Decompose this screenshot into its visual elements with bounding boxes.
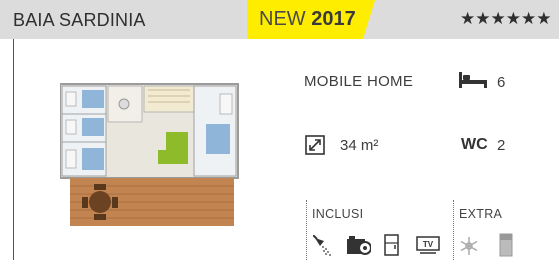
camera-icon (347, 236, 371, 255)
area-icon (305, 135, 325, 155)
shower-icon (313, 235, 331, 256)
area-value: 34 m² (340, 137, 379, 154)
bed-icon (459, 72, 487, 88)
floor-plan-image (60, 83, 239, 226)
star-rating: ★★★★★★ (460, 9, 552, 29)
included-label: INCLUSI (312, 207, 364, 221)
fridge-icon (384, 234, 399, 256)
unit-type-label: MOBILE HOME (304, 73, 414, 90)
new-year: 2017 (311, 8, 356, 30)
wc-label: WC (461, 136, 488, 153)
location-title: BAIA SARDINIA (13, 10, 146, 30)
extra-label: EXTRA (459, 207, 503, 221)
extra-divider (453, 200, 454, 260)
new-badge: NEW 2017 (247, 0, 375, 39)
tv-icon: TV (416, 236, 440, 254)
bed-linen-icon (499, 233, 513, 257)
new-label: NEW (259, 8, 306, 30)
header-bar: BAIA SARDINIA NEW 2017 ★★★★★★ (0, 0, 559, 39)
beds-count: 6 (497, 74, 506, 91)
wc-count: 2 (497, 137, 506, 154)
left-divider (13, 39, 14, 260)
air-conditioning-icon (460, 237, 478, 255)
svg-text:TV: TV (423, 240, 434, 249)
included-divider (306, 200, 307, 260)
